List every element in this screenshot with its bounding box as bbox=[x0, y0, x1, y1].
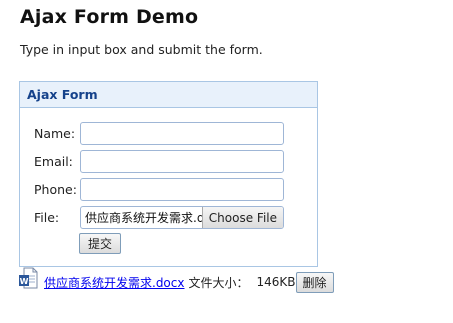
attachment-row: W 供应商系统开发需求.docx 文件大小： 146KB 删除 bbox=[19, 267, 334, 294]
submit-button[interactable]: 提交 bbox=[79, 233, 122, 254]
panel-header: Ajax Form bbox=[20, 82, 317, 108]
choose-file-button[interactable]: Choose File bbox=[201, 207, 283, 228]
email-label: Email: bbox=[34, 154, 73, 169]
phone-label: Phone: bbox=[34, 182, 77, 197]
name-input[interactable] bbox=[80, 122, 284, 145]
attachment-file-link[interactable]: 供应商系统开发需求.docx bbox=[44, 274, 184, 291]
intro-text: Type in input box and submit the form. bbox=[20, 42, 263, 57]
name-label: Name: bbox=[34, 126, 76, 141]
file-size-label: 文件大小： bbox=[188, 275, 249, 290]
svg-text:W: W bbox=[20, 277, 29, 286]
file-size-value: 146KB bbox=[256, 275, 296, 289]
file-input[interactable]: 供应商系统开发需求.d Choose File bbox=[80, 206, 284, 229]
selected-file-name: 供应商系统开发需求.d bbox=[85, 211, 202, 225]
email-input[interactable] bbox=[80, 150, 284, 173]
ajax-form-panel: Ajax Form Name: Email: Phone: File: 供应商系… bbox=[19, 81, 318, 267]
phone-input[interactable] bbox=[80, 178, 284, 201]
page-title: Ajax Form Demo bbox=[20, 6, 199, 28]
word-document-icon: W bbox=[19, 267, 38, 289]
file-label: File: bbox=[34, 210, 60, 225]
delete-button[interactable]: 删除 bbox=[295, 271, 334, 293]
